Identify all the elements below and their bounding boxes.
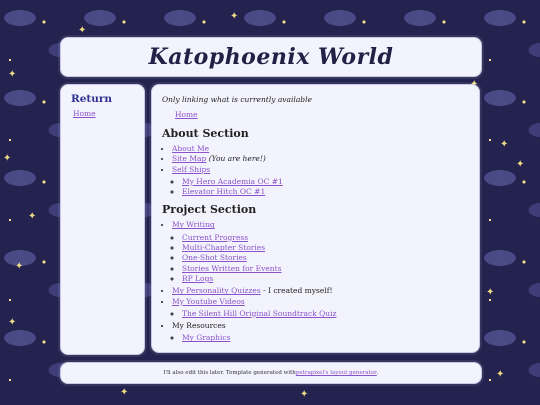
list-item: Site Map (You are here!)	[172, 154, 469, 164]
sidebar-home-link[interactable]: Home	[73, 109, 144, 118]
layout-generator-link[interactable]: petrapixel's layout generator	[296, 370, 377, 376]
star-icon: ✦	[486, 287, 495, 298]
about-section-heading: About Section	[162, 127, 249, 140]
star-icon: ✦	[78, 25, 87, 36]
list-item: Elevator Hitch OC #1	[182, 187, 469, 197]
writing-link[interactable]: Stories Written for Events	[182, 264, 281, 273]
writing-link[interactable]: Multi-Chapter Stories	[182, 243, 265, 252]
list-item: My Graphics	[182, 333, 469, 343]
home-link[interactable]: Home	[175, 110, 469, 119]
list-item: One-Shot Stories	[182, 253, 469, 263]
star-icon: ✦	[28, 211, 37, 222]
list-item: About Me	[172, 144, 469, 154]
star-icon: ✦	[230, 11, 239, 22]
star-icon: ✦	[8, 317, 17, 328]
footer-text-end: .	[376, 370, 379, 376]
self-ships-link[interactable]: Self Ships	[172, 165, 210, 174]
list-item: RP Logs	[182, 274, 469, 284]
youtube-videos-link[interactable]: My Youtube Videos	[172, 297, 245, 306]
main-content: Only linking what is currently available…	[151, 84, 480, 353]
self-ship-link[interactable]: My Hero Academia OC #1	[182, 177, 283, 186]
site-map-note: (You are here!)	[208, 154, 266, 164]
star-icon: ✦	[300, 389, 309, 400]
self-ships-sublist: My Hero Academia OC #1 Elevator Hitch OC…	[172, 177, 469, 198]
writing-link[interactable]: RP Logs	[182, 274, 213, 283]
project-section-heading: Project Section	[162, 203, 257, 217]
list-item: Self Ships My Hero Academia OC #1 Elevat…	[172, 165, 469, 198]
star-icon: ✦	[500, 139, 509, 150]
youtube-sublist: The Silent Hill Original Soundtrack Quiz	[172, 309, 469, 319]
youtube-video-link[interactable]: The Silent Hill Original Soundtrack Quiz	[182, 309, 336, 318]
about-me-link[interactable]: About Me	[172, 144, 209, 153]
star-icon: ✦	[3, 153, 12, 164]
personality-quizzes-note: - I created myself!	[260, 286, 333, 296]
personality-quizzes-link[interactable]: My Personality Quizzes	[172, 286, 261, 295]
star-icon: ✦	[120, 387, 129, 398]
list-item: Multi-Chapter Stories	[182, 243, 469, 253]
site-footer: I'll also edit this later. Template gene…	[60, 362, 482, 384]
list-item: The Silent Hill Original Soundtrack Quiz	[182, 309, 469, 319]
site-title: Katophoenix World	[148, 44, 394, 70]
site-map-link[interactable]: Site Map	[172, 154, 206, 163]
list-item: My Writing Current Progress Multi-Chapte…	[172, 220, 469, 284]
self-ship-link[interactable]: Elevator Hitch OC #1	[182, 187, 265, 196]
my-writing-link[interactable]: My Writing	[172, 220, 215, 229]
site-header: Katophoenix World	[60, 37, 482, 77]
resources-label: My Resources	[172, 321, 226, 331]
sidebar: Return Home	[60, 84, 145, 355]
star-icon: ✦	[8, 69, 17, 80]
writing-sublist: Current Progress Multi-Chapter Stories O…	[172, 233, 469, 284]
list-item: My Hero Academia OC #1	[182, 177, 469, 187]
project-list: My Writing Current Progress Multi-Chapte…	[162, 220, 469, 343]
resources-sublist: My Graphics	[172, 333, 469, 343]
star-icon: ✦	[516, 159, 525, 170]
list-item: My Personality Quizzes - I created mysel…	[172, 286, 469, 296]
list-item: My Resources My Graphics	[172, 321, 469, 344]
list-item: Stories Written for Events	[182, 264, 469, 274]
footer-text: I'll also edit this later. Template gene…	[163, 370, 296, 376]
list-item: Current Progress	[182, 233, 469, 243]
writing-link[interactable]: Current Progress	[182, 233, 248, 242]
about-list: About Me Site Map (You are here!) Self S…	[162, 144, 469, 197]
list-item: My Youtube Videos The Silent Hill Origin…	[172, 297, 469, 320]
resource-link[interactable]: My Graphics	[182, 333, 230, 342]
sidebar-heading: Return	[71, 93, 113, 105]
availability-note: Only linking what is currently available	[162, 95, 312, 104]
star-icon: ✦	[15, 261, 24, 272]
writing-link[interactable]: One-Shot Stories	[182, 253, 247, 262]
star-icon: ✦	[496, 369, 505, 380]
